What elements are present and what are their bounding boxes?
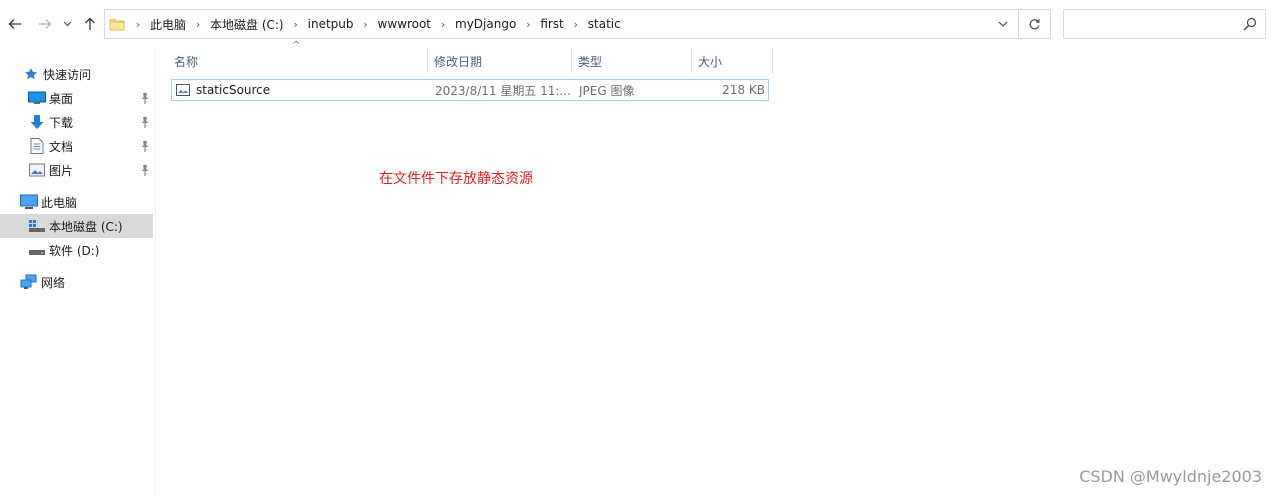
address-bar[interactable]: › 此电脑 › 本地磁盘 (C:) › inetpub › wwwroot › … [104,9,1051,39]
nav-quick-access[interactable]: 快速访问 [0,62,153,86]
forward-button[interactable] [36,14,54,34]
chevron-right-icon[interactable]: › [127,10,149,38]
pin-icon[interactable] [138,115,152,129]
annotation-text: 在文件件下存放静态资源 [379,171,533,187]
chevron-right-icon[interactable]: › [517,10,539,38]
file-modified: 2023/8/11 星期五 11:... [435,83,571,98]
chevron-right-icon[interactable]: › [565,10,587,38]
pictures-icon [28,161,46,179]
refresh-button[interactable] [1018,10,1050,38]
column-header-modified[interactable]: 修改日期 [428,48,572,74]
chevron-right-icon[interactable]: › [432,10,454,38]
nav-item-documents-label: 文档 [49,139,74,154]
watermark: CSDN @Mwyldnje2003 [1079,467,1262,486]
nav-item-local-disk-c-label: 本地磁盘 (C:) [49,219,123,234]
search-input[interactable] [1070,15,1230,33]
breadcrumb-local-disk-c[interactable]: 本地磁盘 (C:) [209,16,285,33]
nav-network[interactable]: 网络 [0,270,153,294]
chevron-right-icon[interactable]: › [285,10,307,38]
up-button[interactable] [81,14,99,34]
refresh-icon [1029,18,1040,29]
drive-icon [28,217,46,235]
drive-icon [28,241,46,259]
nav-quick-access-label: 快速访问 [43,67,92,82]
star-icon [22,65,40,83]
nav-this-pc[interactable]: 此电脑 [0,190,153,214]
nav-item-desktop[interactable]: 桌面 [0,86,153,110]
computer-icon [20,193,38,211]
nav-item-downloads[interactable]: 下载 [0,110,153,134]
search-box[interactable] [1063,9,1266,39]
chevron-down-icon [998,21,1008,27]
nav-item-pictures-label: 图片 [49,163,74,178]
image-file-icon [176,80,194,100]
recent-locations-button[interactable] [60,14,74,34]
column-header-name[interactable]: 名称 [168,48,428,74]
document-icon [28,137,46,155]
pin-icon[interactable] [138,163,152,177]
pin-icon[interactable] [138,91,152,105]
chevron-down-icon [63,21,71,27]
nav-network-label: 网络 [41,275,66,290]
network-icon [20,273,38,291]
column-header-type[interactable]: 类型 [572,48,692,74]
file-row[interactable]: staticSource 2023/8/11 星期五 11:... JPEG 图… [171,79,769,101]
file-name: staticSource [196,83,271,97]
nav-item-pictures[interactable]: 图片 [0,158,153,182]
search-icon[interactable] [1243,17,1257,31]
nav-this-pc-label: 此电脑 [41,195,78,210]
column-header-size[interactable]: 大小 [692,48,773,74]
nav-item-software-d-label: 软件 (D:) [49,243,100,258]
breadcrumb-this-pc[interactable]: 此电脑 [149,16,187,33]
nav-item-local-disk-c[interactable]: 本地磁盘 (C:) [0,214,153,238]
folder-icon [109,19,125,31]
breadcrumb-inetpub[interactable]: inetpub [307,17,355,31]
breadcrumb-mydjango[interactable]: myDjango [454,17,517,31]
arrow-left-icon [8,19,21,29]
pin-icon[interactable] [138,139,152,153]
chevron-right-icon[interactable]: › [355,10,377,38]
nav-item-downloads-label: 下载 [49,115,74,130]
nav-item-documents[interactable]: 文档 [0,134,153,158]
breadcrumb-static[interactable]: static [587,17,622,31]
chevron-right-icon[interactable]: › [187,10,209,38]
file-size: 218 KB [722,83,765,97]
file-type: JPEG 图像 [579,83,635,98]
address-history-button[interactable] [988,10,1018,38]
breadcrumb-wwwroot[interactable]: wwwroot [377,17,433,31]
navigation-pane: 快速访问 桌面 下载 文档 图片 此电脑 本地磁盘 (C:) 软件 (D:) 网… [0,48,156,496]
navigation-bar: › 此电脑 › 本地磁盘 (C:) › inetpub › wwwroot › … [0,0,1277,48]
download-icon [28,113,46,131]
back-button[interactable] [6,14,24,34]
nav-item-software-d[interactable]: 软件 (D:) [0,238,153,262]
arrow-up-icon [85,17,95,30]
nav-item-desktop-label: 桌面 [49,91,74,106]
breadcrumb: › 此电脑 › 本地磁盘 (C:) › inetpub › wwwroot › … [127,10,622,38]
breadcrumb-first[interactable]: first [539,17,564,31]
desktop-icon [28,89,46,107]
arrow-right-icon [39,19,52,29]
